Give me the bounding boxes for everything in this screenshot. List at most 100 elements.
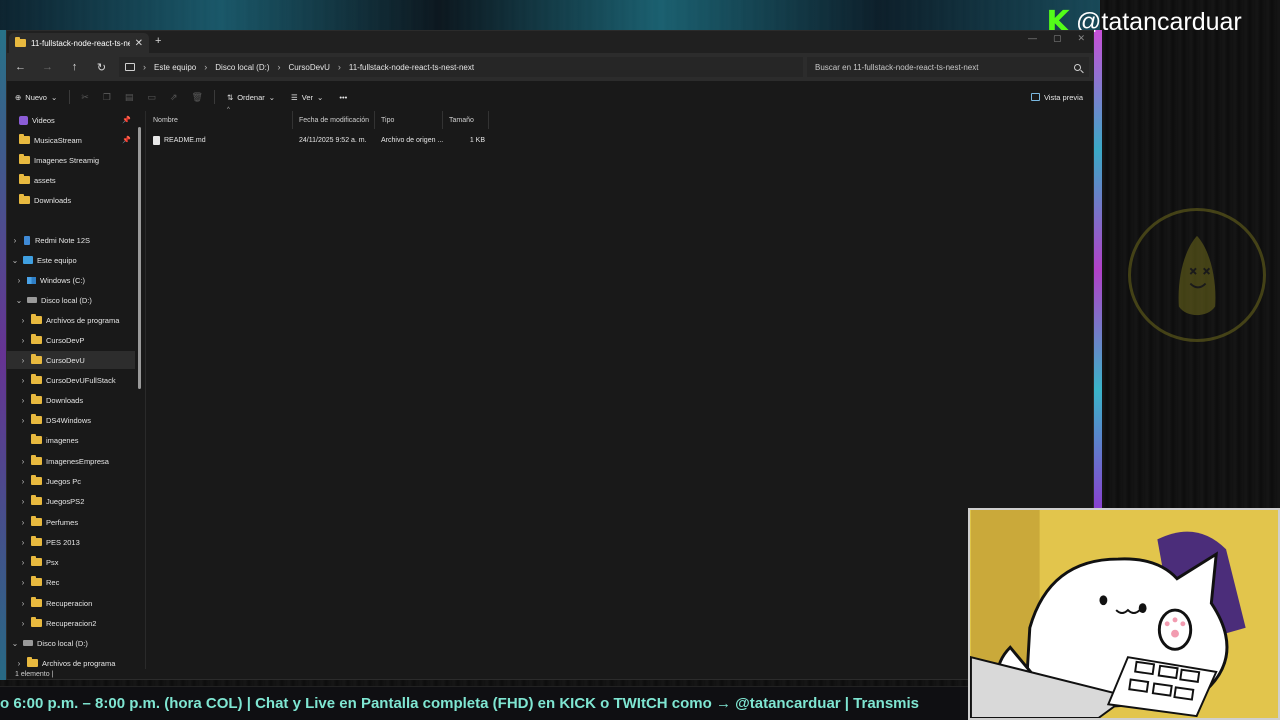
sidebar-item[interactable]: › Redmi Note 12S	[7, 231, 135, 249]
sidebar-item[interactable]: › JuegosPS2	[7, 492, 135, 510]
sidebar-item-label: Imagenes Streamig	[34, 155, 100, 165]
expand-arrow-icon[interactable]: ›	[19, 336, 27, 345]
navigation-pane: Videos 📌 MusicaStream 📌 Imagenes Streamig ass…	[7, 111, 145, 669]
folder-icon	[31, 556, 42, 566]
sidebar-item[interactable]: › ImagenesEmpresa	[7, 452, 135, 470]
expand-arrow-icon[interactable]: ›	[19, 376, 27, 385]
share-icon[interactable]: ⇗	[163, 92, 185, 103]
sidebar-item[interactable]: MusicaStream 📌	[7, 131, 135, 149]
expand-arrow-icon[interactable]: ›	[19, 356, 27, 365]
tab-current-folder[interactable]: 11-fullstack-node-react-ts-nest ✕	[9, 33, 149, 53]
breadcrumb-item[interactable]: Disco local (D:)	[215, 63, 269, 72]
sidebar-item-label: assets	[34, 175, 56, 185]
preview-pane-button[interactable]: Vista previa	[1030, 85, 1083, 109]
minimize-button[interactable]: —	[1028, 33, 1037, 44]
expand-arrow-icon[interactable]: ›	[19, 396, 27, 405]
pane-divider[interactable]	[145, 111, 146, 669]
sidebar-item[interactable]: ⌄ Disco local (D:)	[7, 634, 135, 652]
item-count: 1 elemento	[15, 671, 50, 678]
sidebar-item[interactable]: › CursoDevP	[7, 331, 135, 349]
breadcrumb-item[interactable]: CursoDevU	[289, 63, 330, 72]
sidebar-item[interactable]: › Psx	[7, 553, 135, 571]
sidebar-item[interactable]: Downloads	[7, 191, 135, 209]
sidebar-item-label: JuegosPS2	[46, 496, 85, 506]
breadcrumb[interactable]: › Este equipo › Disco local (D:) › Curso…	[119, 57, 803, 77]
sidebar-item-label: Downloads	[34, 195, 72, 205]
sidebar-item[interactable]: › CursoDevUFullStack	[7, 371, 135, 389]
cut-icon[interactable]: ✂	[74, 92, 96, 103]
sidebar-item[interactable]: › Archivos de programa	[7, 311, 135, 329]
close-button[interactable]: ✕	[1077, 33, 1085, 44]
expand-arrow-icon[interactable]: ›	[19, 316, 27, 325]
search-icon[interactable]	[1074, 63, 1081, 71]
expand-arrow-icon[interactable]: ›	[11, 236, 19, 245]
sidebar-item[interactable]: › CursoDevU	[7, 351, 135, 369]
forward-button[interactable]: →	[34, 61, 61, 73]
file-type: Archivo de origen ...	[381, 136, 444, 144]
copy-icon[interactable]: ❐	[96, 92, 118, 103]
column-header-modified[interactable]: Fecha de modificación	[293, 111, 375, 129]
sidebar-item[interactable]: › Rec	[7, 573, 135, 591]
expand-arrow-icon[interactable]: ›	[15, 659, 23, 668]
sidebar-item[interactable]: › Recuperacion2	[7, 614, 135, 632]
plus-circle-icon: ⊕	[15, 92, 22, 102]
status-divider: |	[51, 671, 54, 678]
breadcrumb-item[interactable]: 11-fullstack-node-react-ts-nest-next	[349, 63, 474, 72]
delete-icon[interactable]: 🗑	[184, 92, 209, 103]
expand-arrow-icon[interactable]: ›	[19, 477, 27, 486]
expand-arrow-icon[interactable]: ›	[19, 538, 27, 547]
sidebar-item[interactable]: › Perfumes	[7, 513, 135, 531]
view-button[interactable]: ☰ Ver ⌄	[283, 85, 331, 109]
breadcrumb-item[interactable]: Este equipo	[154, 63, 196, 72]
refresh-button[interactable]: ↻	[88, 61, 115, 74]
maximize-button[interactable]: ▢	[1053, 33, 1062, 44]
column-header-name[interactable]: Nombre	[147, 111, 293, 129]
folder-icon	[19, 194, 30, 204]
paste-icon[interactable]: ▤	[118, 92, 141, 103]
table-row[interactable]: README.md 24/11/2025 9:52 a. m. Archivo …	[147, 131, 489, 149]
navigation-scrollbar[interactable]	[138, 127, 141, 389]
column-header-size[interactable]: Tamaño	[443, 111, 489, 129]
expand-arrow-icon[interactable]: ›	[19, 619, 27, 628]
expand-arrow-icon[interactable]: ›	[19, 578, 27, 587]
expand-arrow-icon[interactable]: ⌄	[11, 256, 19, 265]
expand-arrow-icon[interactable]: ›	[19, 497, 27, 506]
expand-arrow-icon[interactable]: ›	[19, 599, 27, 608]
back-button[interactable]: ←	[7, 61, 34, 73]
sidebar-item[interactable]: imagenes	[7, 431, 135, 449]
sidebar-item[interactable]: › PES 2013	[7, 533, 135, 551]
expand-arrow-icon[interactable]: ›	[19, 518, 27, 527]
sidebar-item[interactable]: › Archivos de programa	[7, 654, 135, 669]
rename-icon[interactable]: ▭	[140, 92, 163, 103]
sidebar-item[interactable]: Imagenes Streamig	[7, 151, 135, 169]
sort-button[interactable]: ⇅ Ordenar ⌄	[219, 85, 283, 109]
expand-arrow-icon[interactable]: ⌄	[11, 639, 19, 648]
chevron-right-icon: ›	[204, 62, 208, 72]
sidebar-item[interactable]: Videos 📌	[7, 111, 135, 129]
expand-arrow-icon[interactable]: ›	[19, 558, 27, 567]
sidebar-item[interactable]: › Windows (C:)	[7, 271, 135, 289]
up-button[interactable]: ↑	[61, 61, 88, 73]
sidebar-item[interactable]: › Downloads	[7, 391, 135, 409]
expand-arrow-icon[interactable]: ›	[19, 457, 27, 466]
title-bar: 11-fullstack-node-react-ts-nest ✕ + — ▢ …	[7, 31, 1093, 53]
sidebar-item[interactable]: › Juegos Pc	[7, 472, 135, 490]
sidebar-item-label: Este equipo	[37, 255, 77, 265]
sidebar-item[interactable]: › DS4Windows	[7, 411, 135, 429]
sidebar-item[interactable]: › Recuperacion	[7, 594, 135, 612]
tab-close-icon[interactable]: ✕	[135, 38, 143, 49]
search-input[interactable]: Buscar en 11-fullstack-node-react-ts-nes…	[807, 57, 1089, 77]
expand-arrow-icon[interactable]: ⌄	[15, 296, 23, 305]
sidebar-item[interactable]: assets	[7, 171, 135, 189]
column-header-type[interactable]: Tipo	[375, 111, 443, 129]
folder-icon	[31, 374, 42, 384]
expand-arrow-icon[interactable]: ›	[19, 416, 27, 425]
new-button[interactable]: ⊕ Nuevo ⌄	[7, 85, 65, 109]
folder-icon	[31, 597, 42, 607]
file-size: 1 KB	[469, 136, 485, 144]
expand-arrow-icon[interactable]: ›	[15, 276, 23, 285]
sidebar-item[interactable]: ⌄ Disco local (D:)	[7, 291, 135, 309]
sidebar-item[interactable]: ⌄ Este equipo	[7, 251, 135, 269]
new-tab-button[interactable]: +	[155, 35, 161, 47]
more-options-button[interactable]: •••	[331, 85, 355, 109]
